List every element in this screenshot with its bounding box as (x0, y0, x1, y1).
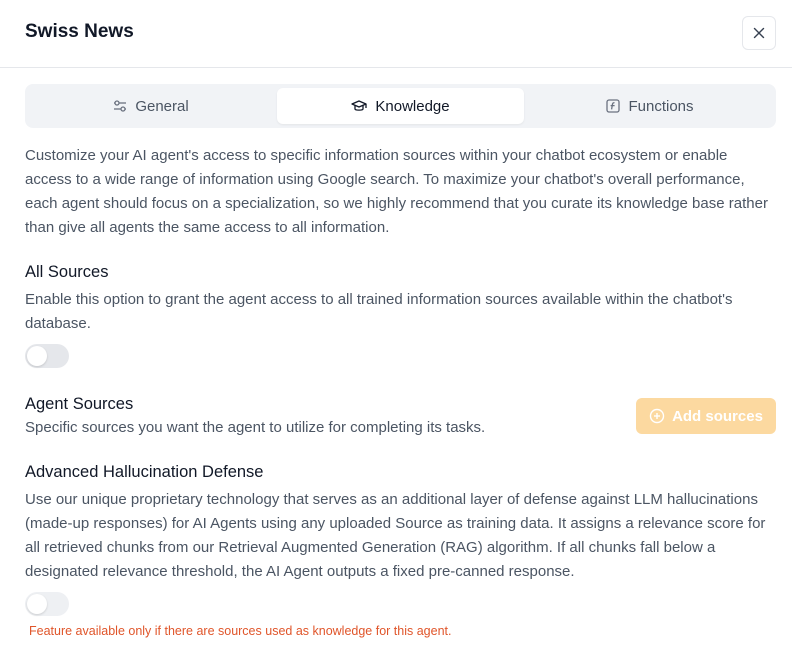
all-sources-toggle[interactable] (25, 344, 69, 368)
hallucination-toggle[interactable] (25, 592, 69, 616)
sliders-icon (114, 100, 127, 112)
all-sources-description: Enable this option to grant the agent ac… (25, 288, 777, 336)
tab-functions[interactable]: Functions (528, 88, 772, 124)
plus-circle-icon (649, 408, 665, 424)
close-icon (753, 27, 765, 39)
intro-line: Customize your AI agent's access to spec… (25, 147, 728, 164)
description-line: Enable this option to grant the agent ac… (25, 291, 733, 308)
tab-general[interactable]: General (29, 88, 273, 124)
tab-label: Functions (628, 97, 694, 115)
hallucination-warning: Feature available only if there are sour… (29, 624, 452, 638)
function-icon (606, 99, 621, 113)
toggle-knob (27, 346, 47, 366)
toggle-knob (27, 594, 47, 614)
close-button[interactable] (742, 16, 776, 50)
add-sources-label: Add sources (672, 407, 763, 425)
hallucination-heading: Advanced Hallucination Defense (25, 463, 264, 481)
all-sources-heading: All Sources (25, 263, 109, 281)
tab-label: General (135, 97, 189, 115)
hallucination-description: Use our unique proprietary technology th… (25, 488, 777, 584)
description-line: (made-up responses) for AI Agents using … (25, 515, 766, 532)
dialog-title: Swiss News (25, 21, 134, 42)
description-line: all retrieved chunks from our Retrieval … (25, 539, 716, 556)
tab-knowledge[interactable]: Knowledge (277, 88, 524, 124)
tab-bar: General Knowledge Functions (25, 84, 776, 128)
intro-line: than give all agents the same access to … (25, 219, 390, 236)
description-line: database. (25, 315, 91, 332)
tab-label: Knowledge (375, 97, 450, 115)
description-line: designated relevance threshold, the AI A… (25, 563, 575, 580)
description-line: Use our unique proprietary technology th… (25, 491, 758, 508)
agent-sources-heading: Agent Sources (25, 395, 134, 413)
intro-line: each agent should focus on a specializat… (25, 195, 768, 212)
add-sources-button[interactable]: Add sources (636, 398, 776, 434)
dialog-header: Swiss News (0, 0, 792, 68)
intro-line: access to a wide range of information us… (25, 171, 745, 188)
intro-text: Customize your AI agent's access to spec… (25, 144, 777, 240)
graduation-cap-icon (351, 100, 368, 111)
